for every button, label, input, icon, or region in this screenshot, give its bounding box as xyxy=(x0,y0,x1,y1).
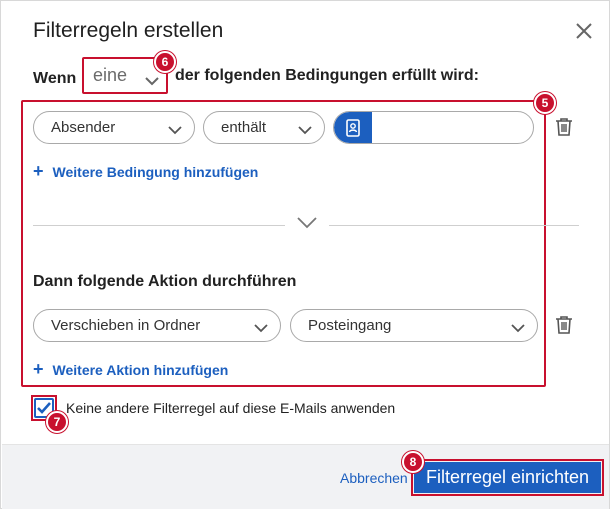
action-type-value: Verschieben in Ordner xyxy=(51,317,201,334)
wenn-label: Wenn xyxy=(33,70,77,87)
add-condition-link[interactable]: + Weitere Bedingung hinzufügen xyxy=(33,161,258,182)
plus-icon: + xyxy=(33,359,44,379)
condition-operator-value: enthält xyxy=(221,119,267,136)
annotation-badge-6: 6 xyxy=(154,51,176,73)
chevron-down-icon xyxy=(298,122,312,139)
actions-title: Dann folgende Aktion durchführen xyxy=(33,273,297,290)
divider-right xyxy=(329,225,579,226)
chevron-down-icon xyxy=(511,320,525,337)
condition-field-select[interactable]: Absender xyxy=(33,111,195,144)
condition-field-value: Absender xyxy=(51,119,116,136)
chevron-down-icon xyxy=(296,216,318,235)
create-filter-button[interactable]: Filterregel einrichten xyxy=(414,462,601,493)
annotation-badge-7: 7 xyxy=(46,411,68,433)
chevron-down-icon xyxy=(254,320,268,337)
condition-operator-select[interactable]: enthält xyxy=(203,111,325,144)
action-target-value: Posteingang xyxy=(308,317,392,334)
plus-icon: + xyxy=(33,161,44,181)
delete-condition-trash-icon[interactable] xyxy=(555,117,573,137)
chevron-down-icon xyxy=(144,70,160,91)
close-icon[interactable] xyxy=(573,20,595,42)
condition-suffix: der folgenden Bedingungen erfüllt wird: xyxy=(175,67,479,84)
divider-left xyxy=(33,225,285,226)
action-target-select[interactable]: Posteingang xyxy=(290,309,538,342)
contact-book-icon[interactable] xyxy=(334,112,372,143)
condition-value-field[interactable] xyxy=(333,111,534,144)
add-action-label: Weitere Aktion hinzufügen xyxy=(52,361,229,378)
condition-mode-value: eine xyxy=(93,65,128,85)
action-type-select[interactable]: Verschieben in Ordner xyxy=(33,309,281,342)
annotation-badge-8: 8 xyxy=(402,451,424,473)
stop-rules-label: Keine andere Filterregel auf diese E-Mai… xyxy=(66,400,396,416)
delete-action-trash-icon[interactable] xyxy=(555,315,573,335)
add-condition-label: Weitere Bedingung hinzufügen xyxy=(52,163,259,180)
cancel-button[interactable]: Abbrechen xyxy=(340,470,408,486)
filter-rule-dialog: Filterregeln erstellen Wenn eine der fol… xyxy=(0,0,610,509)
dialog-title: Filterregeln erstellen xyxy=(33,19,224,42)
annotation-badge-5: 5 xyxy=(534,92,556,114)
chevron-down-icon xyxy=(168,122,182,139)
add-action-link[interactable]: + Weitere Aktion hinzufügen xyxy=(33,359,228,380)
